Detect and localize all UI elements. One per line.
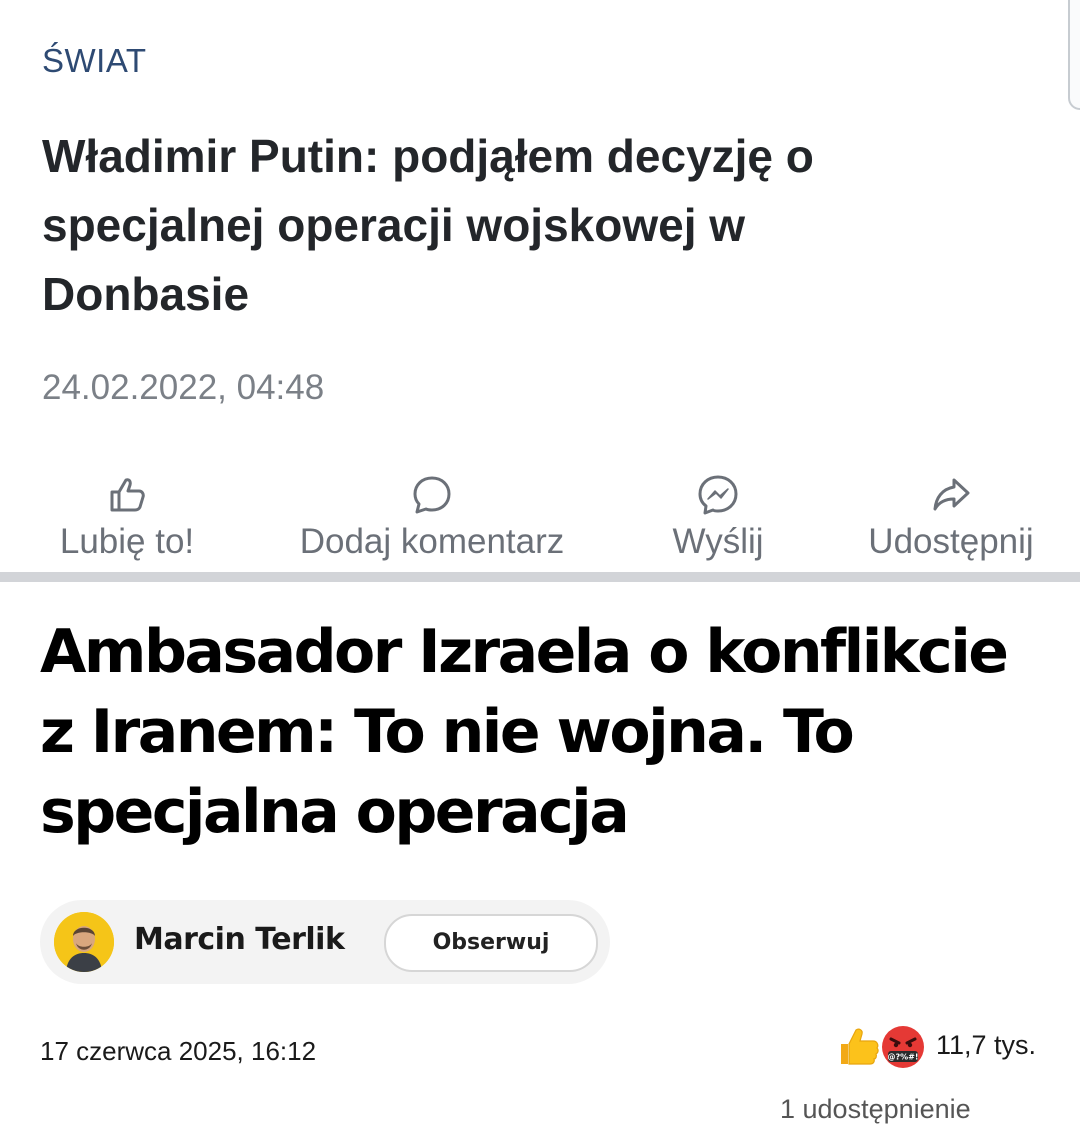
author-photo-icon: [54, 912, 114, 972]
author-name[interactable]: Marcin Terlik: [134, 922, 345, 957]
avatar[interactable]: [54, 912, 114, 972]
share-label: Udostępnij: [868, 522, 1034, 561]
thumbs-up-icon: [110, 478, 145, 512]
scrollbar[interactable]: [1068, 0, 1080, 110]
section-label[interactable]: ŚWIAT: [42, 42, 147, 80]
follow-button[interactable]: Obserwuj: [384, 914, 598, 972]
comment-label: Dodaj komentarz: [299, 522, 565, 561]
comment-button[interactable]: Dodaj komentarz: [286, 474, 578, 562]
article-headline[interactable]: Ambasador Izraela o konflikcie z Iranem:…: [40, 612, 1050, 852]
reaction-count: 11,7 tys.: [936, 1030, 1037, 1060]
like-label: Lubię to!: [59, 522, 195, 561]
reactions-summary[interactable]: @?%#! 11,7 tys.: [836, 1022, 1066, 1070]
thumbs-up-emoji-icon: [841, 1028, 879, 1065]
facebook-post: ŚWIAT Władimir Putin: podjąłem decyzję o…: [0, 0, 1080, 572]
send-label: Wyślij: [672, 522, 764, 561]
like-button[interactable]: Lubię to!: [52, 474, 202, 562]
svg-text:@?%#!: @?%#!: [887, 1053, 918, 1062]
share-count[interactable]: 1 udostępnienie: [780, 1094, 971, 1125]
comment-icon: [413, 476, 451, 514]
post-date: 24.02.2022, 04:48: [42, 368, 325, 407]
author-chip: Marcin Terlik Obserwuj: [40, 900, 610, 984]
article-date: 17 czerwca 2025, 16:12: [40, 1036, 317, 1066]
angry-swearing-emoji-icon: @?%#!: [882, 1026, 924, 1068]
divider: [0, 572, 1080, 582]
send-button[interactable]: Wyślij: [662, 474, 774, 562]
messenger-icon: [698, 475, 738, 515]
share-button[interactable]: Udostępnij: [858, 474, 1044, 562]
post-headline[interactable]: Władimir Putin: podjąłem decyzję o specj…: [42, 122, 942, 329]
share-icon: [933, 478, 970, 511]
